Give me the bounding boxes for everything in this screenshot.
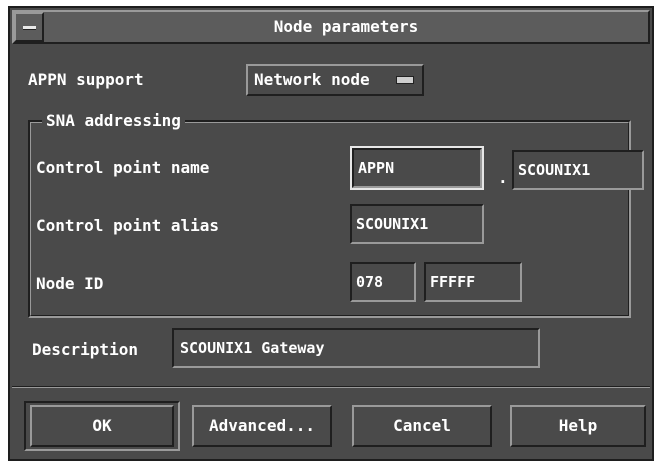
node-id-num-field[interactable]: FFFFF bbox=[424, 262, 522, 302]
cp-name-separator: . bbox=[498, 168, 508, 187]
window-title: Node parameters bbox=[273, 17, 419, 36]
advanced-button[interactable]: Advanced... bbox=[192, 405, 332, 447]
window-menu-icon bbox=[23, 26, 36, 30]
button-row: OK Advanced... Cancel Help bbox=[12, 392, 650, 458]
cp-name-field[interactable]: SCOUNIX1 bbox=[512, 150, 644, 190]
node-id-label: Node ID bbox=[36, 274, 104, 293]
node-id-num-text: FFFFF bbox=[430, 273, 476, 291]
node-parameters-dialog: Node parameters APPN support Network nod… bbox=[8, 6, 654, 461]
node-id-block-text: 078 bbox=[356, 273, 384, 291]
dialog-content: APPN support Network node SNA addressing… bbox=[16, 50, 646, 378]
cp-alias-field[interactable]: SCOUNIX1 bbox=[350, 204, 484, 244]
cp-name-text: SCOUNIX1 bbox=[518, 161, 591, 179]
description-label: Description bbox=[32, 340, 138, 359]
cp-alias-text: SCOUNIX1 bbox=[356, 215, 429, 233]
control-point-name-label: Control point name bbox=[36, 158, 210, 177]
help-button[interactable]: Help bbox=[510, 405, 646, 447]
appn-support-label: APPN support bbox=[28, 70, 144, 89]
control-point-alias-label: Control point alias bbox=[36, 216, 220, 235]
appn-support-value: Network node bbox=[254, 70, 370, 89]
window-menu-button[interactable] bbox=[14, 12, 44, 42]
appn-support-option-menu[interactable]: Network node bbox=[246, 64, 424, 96]
node-id-block-field[interactable]: 078 bbox=[350, 262, 416, 302]
option-menu-indicator-icon bbox=[396, 76, 414, 84]
title-bar: Node parameters bbox=[12, 10, 650, 44]
button-separator bbox=[12, 386, 650, 388]
description-field[interactable]: SCOUNIX1 Gateway bbox=[172, 328, 540, 368]
cancel-button[interactable]: Cancel bbox=[352, 405, 492, 447]
sna-addressing-title: SNA addressing bbox=[42, 110, 185, 132]
ok-button[interactable]: OK bbox=[30, 405, 174, 447]
cp-name-network-text: APPN bbox=[358, 159, 395, 177]
description-text: SCOUNIX1 Gateway bbox=[180, 339, 325, 357]
cp-name-network-field[interactable]: APPN bbox=[350, 146, 484, 190]
